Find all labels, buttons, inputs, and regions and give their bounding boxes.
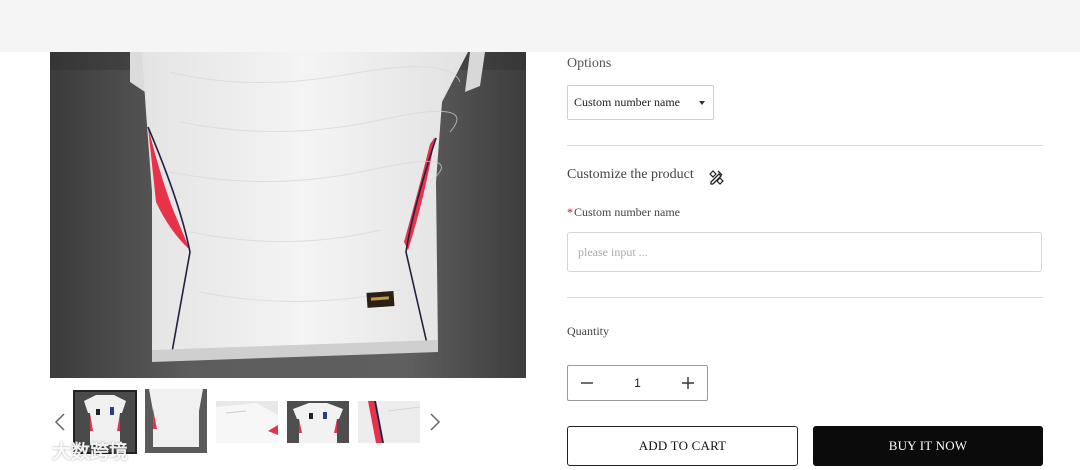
product-main-image[interactable]: [50, 52, 526, 378]
thumbnail-prev-button[interactable]: [50, 408, 70, 436]
thumbnail-4[interactable]: [287, 401, 349, 443]
custom-number-name-label: *Custom number name: [567, 205, 680, 220]
quantity-label: Quantity: [567, 324, 609, 338]
buy-it-now-button[interactable]: BUY IT NOW: [813, 426, 1043, 466]
pen-ruler-icon: [709, 170, 724, 185]
add-to-cart-button[interactable]: ADD TO CART: [567, 426, 798, 466]
top-header-bar: [0, 0, 1080, 52]
quantity-increment-button[interactable]: [669, 366, 707, 400]
caret-down-icon: [699, 101, 705, 105]
thumbnail-3[interactable]: [216, 401, 278, 443]
options-select-value: Custom number name: [574, 95, 680, 109]
plus-icon: [682, 377, 694, 389]
custom-number-name-input[interactable]: [567, 232, 1042, 272]
thumbnail-image: [287, 401, 349, 443]
jersey-illustration: [50, 52, 526, 378]
thumbnail-5[interactable]: [358, 401, 420, 443]
thumbnail-next-button[interactable]: [425, 408, 445, 436]
options-label: Options: [567, 56, 612, 71]
customize-title: Customize the product: [567, 167, 694, 182]
custom-number-name-label-text: Custom number name: [574, 205, 680, 219]
quantity-stepper: 1: [567, 365, 708, 401]
options-select[interactable]: Custom number name: [567, 85, 714, 120]
thumbnail-image: [216, 401, 278, 443]
thumbnail-image: [358, 401, 420, 443]
watermark-text: 大数跨境: [52, 440, 129, 463]
watermark: 大数跨境: [8, 436, 128, 464]
divider: [567, 145, 1043, 146]
thumbnail-2[interactable]: [145, 389, 207, 453]
required-mark: *: [567, 205, 573, 219]
divider: [567, 297, 1043, 298]
quantity-decrement-button[interactable]: [568, 366, 606, 400]
thumbnail-image: [145, 389, 207, 453]
quantity-value[interactable]: 1: [606, 376, 669, 390]
minus-icon: [581, 382, 593, 384]
watermark-logo-icon: [10, 441, 45, 461]
chevron-left-icon: [54, 413, 65, 431]
chevron-right-icon: [430, 413, 441, 431]
